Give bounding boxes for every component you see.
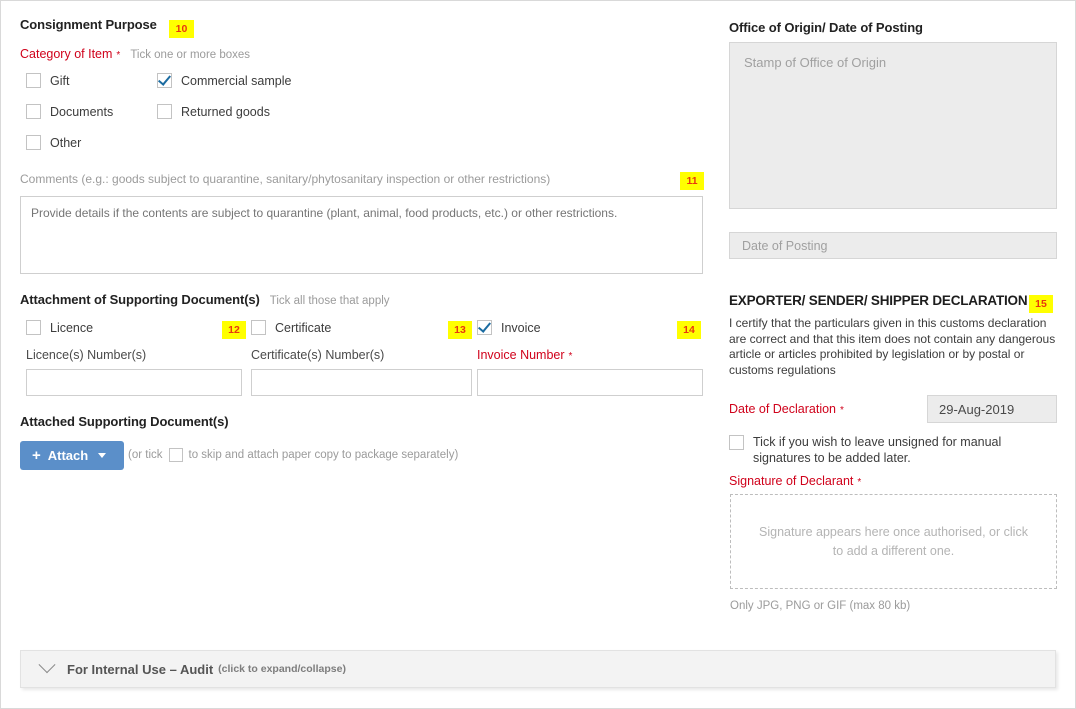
gift-label: Gift [50, 73, 70, 88]
certificate-number-label: Certificate(s) Number(s) [251, 348, 385, 362]
date-of-declaration-field[interactable]: 29-Aug-2019 [927, 395, 1057, 423]
documents-checkbox[interactable] [26, 104, 41, 119]
date-of-posting-field[interactable]: Date of Posting [729, 232, 1057, 259]
checkbox-certificate[interactable]: Certificate [251, 320, 331, 335]
badge-13: 13 [448, 321, 472, 339]
certificate-checkbox[interactable] [251, 320, 266, 335]
audit-expand-bar[interactable]: For Internal Use – Audit (click to expan… [20, 650, 1056, 688]
leave-unsigned-checkbox[interactable] [729, 435, 744, 450]
attachment-heading: Attachment of Supporting Document(s) [20, 292, 260, 307]
gift-checkbox[interactable] [26, 73, 41, 88]
stamp-of-office-box[interactable]: Stamp of Office of Origin [729, 42, 1057, 209]
licence-number-label: Licence(s) Number(s) [26, 348, 147, 362]
checkbox-documents[interactable]: Documents [26, 104, 113, 119]
checkbox-returned-goods[interactable]: Returned goods [157, 104, 270, 119]
checkbox-other[interactable]: Other [26, 135, 81, 150]
certificate-number-input[interactable] [251, 369, 472, 396]
skip-attach-checkbox[interactable] [168, 448, 183, 462]
badge-11: 11 [680, 172, 704, 190]
signature-label-row: Signature of Declarant * [729, 474, 861, 488]
invoice-number-label: Invoice Number [477, 348, 565, 362]
licence-label: Licence [50, 320, 94, 335]
audit-title: For Internal Use – Audit [67, 661, 214, 677]
date-required-marker: * [840, 405, 844, 416]
date-of-declaration-label-row: Date of Declaration * [729, 402, 844, 416]
date-of-declaration-label: Date of Declaration [729, 402, 837, 416]
skip-attach-row: (or tick to skip and attach paper copy t… [128, 448, 458, 462]
category-hint: Tick one or more boxes [130, 49, 251, 61]
invoice-checkbox[interactable] [477, 320, 492, 335]
licence-checkbox[interactable] [26, 320, 41, 335]
consignment-purpose-heading: Consignment Purpose [20, 17, 157, 32]
badge-14: 14 [677, 321, 701, 339]
documents-label: Documents [50, 104, 114, 119]
date-of-declaration-value: 29-Aug-2019 [939, 401, 1015, 417]
skip-text-after: to skip and attach paper copy to package… [188, 449, 459, 461]
declaration-body-text: I certify that the particulars given in … [729, 316, 1056, 377]
skip-text-before: (or tick [128, 449, 163, 461]
licence-number-input[interactable] [26, 369, 242, 396]
attach-button-label: Attach [47, 448, 89, 463]
checkbox-invoice[interactable]: Invoice [477, 320, 541, 335]
leave-unsigned-label: Tick if you wish to leave unsigned for m… [753, 435, 1002, 465]
returned-goods-checkbox[interactable] [157, 104, 172, 119]
audit-subtitle: (click to expand/collapse) [218, 663, 346, 675]
stamp-placeholder: Stamp of Office of Origin [744, 55, 887, 70]
invoice-required-marker: * [568, 351, 573, 362]
checkbox-commercial-sample[interactable]: Commercial sample [157, 73, 291, 88]
declaration-heading: EXPORTER/ SENDER/ SHIPPER DECLARATION [729, 293, 1028, 308]
attach-button[interactable]: + Attach [20, 441, 124, 470]
attachment-heading-row: Attachment of Supporting Document(s) Tic… [20, 292, 390, 307]
certificate-label: Certificate [275, 320, 332, 335]
comments-label: Comments (e.g.: goods subject to quarant… [20, 172, 551, 186]
returned-goods-label: Returned goods [181, 104, 270, 119]
invoice-number-label-row: Invoice Number * [477, 348, 572, 362]
category-of-item-row: Category of Item * Tick one or more boxe… [20, 47, 250, 61]
badge-12: 12 [222, 321, 246, 339]
other-checkbox[interactable] [26, 135, 41, 150]
leave-unsigned-row[interactable]: Tick if you wish to leave unsigned for m… [729, 434, 1059, 466]
attached-docs-heading: Attached Supporting Document(s) [20, 414, 229, 429]
date-of-posting-placeholder: Date of Posting [742, 238, 828, 253]
signature-required-marker: * [857, 477, 862, 488]
category-of-item-label: Category of Item [20, 47, 113, 61]
commercial-sample-checkbox[interactable] [157, 73, 172, 88]
signature-of-declarant-label: Signature of Declarant [729, 474, 854, 488]
chevron-down-icon [38, 656, 56, 674]
comments-textarea[interactable] [20, 196, 703, 274]
office-origin-heading: Office of Origin/ Date of Posting [729, 20, 923, 35]
badge-15: 15 [1029, 295, 1053, 313]
signature-placeholder: Signature appears here once authorised, … [759, 524, 1028, 558]
chevron-down-icon [98, 453, 107, 458]
checkbox-gift[interactable]: Gift [26, 73, 69, 88]
badge-10: 10 [169, 20, 194, 38]
other-label: Other [50, 135, 82, 150]
signature-file-hint: Only JPG, PNG or GIF (max 80 kb) [730, 600, 911, 612]
invoice-label: Invoice [501, 320, 541, 335]
plus-icon: + [32, 447, 41, 464]
customs-declaration-form: Consignment Purpose 10 Category of Item … [0, 0, 1076, 709]
checkbox-licence[interactable]: Licence [26, 320, 93, 335]
category-required-marker: * [116, 50, 121, 61]
invoice-number-input[interactable] [477, 369, 703, 396]
signature-dropzone[interactable]: Signature appears here once authorised, … [730, 494, 1057, 589]
attachment-hint: Tick all those that apply [269, 295, 390, 307]
commercial-sample-label: Commercial sample [181, 73, 292, 88]
